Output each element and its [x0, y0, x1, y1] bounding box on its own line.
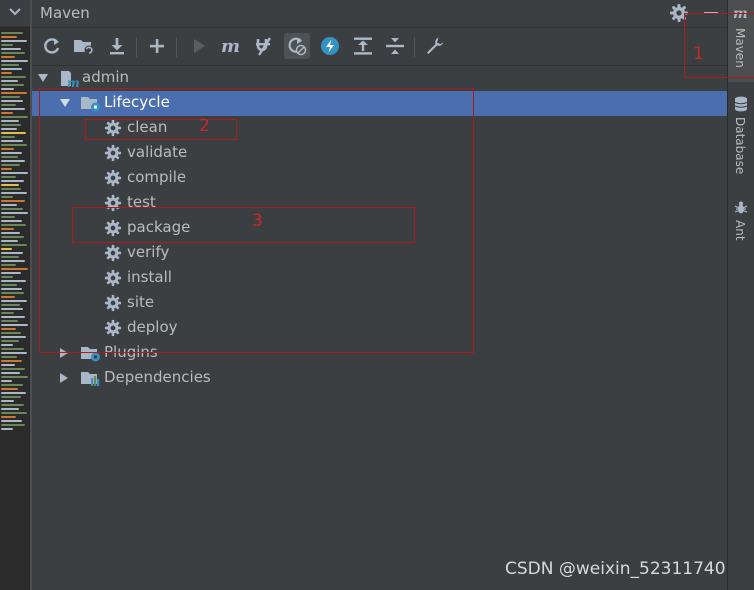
- expanded-arrow-icon[interactable]: [38, 74, 48, 82]
- collapse-all-icon[interactable]: [382, 33, 408, 59]
- maven-panel-header: Maven: [32, 0, 727, 28]
- toolbar-separator: [136, 37, 137, 57]
- ant-icon: [734, 201, 748, 214]
- tool-window-strip: m Maven Database Ant: [727, 0, 754, 590]
- chevron-down-icon: [9, 8, 21, 16]
- show-dependencies-icon[interactable]: [317, 33, 343, 59]
- maven-goal-icon[interactable]: m: [219, 33, 245, 59]
- toolbar-separator: [414, 37, 415, 57]
- annotation-box-2: [85, 119, 237, 140]
- editor-minimap-strip: [0, 0, 32, 590]
- download-icon[interactable]: [104, 33, 130, 59]
- dependencies-folder-icon: [81, 372, 100, 386]
- dependencies-label: Dependencies: [104, 368, 211, 386]
- toolbar-separator: [176, 37, 177, 57]
- watermark: CSDN @weixin_52311740: [505, 559, 726, 579]
- toggle-offline-icon[interactable]: [251, 33, 277, 59]
- project-name: admin: [82, 68, 129, 86]
- expand-all-icon[interactable]: [350, 33, 376, 59]
- ant-tab-label: Ant: [733, 220, 747, 241]
- wrench-icon[interactable]: [422, 33, 448, 59]
- reload-icon[interactable]: [39, 33, 65, 59]
- maven-toolbar: m: [32, 28, 727, 66]
- tree-node-dependencies[interactable]: Dependencies: [32, 366, 727, 391]
- annotation-box-3: [72, 207, 415, 243]
- collapse-panel-button[interactable]: [0, 0, 32, 27]
- collapsed-arrow-icon[interactable]: [60, 373, 68, 383]
- panel-title: Maven: [40, 4, 90, 22]
- svg-text:m: m: [221, 37, 240, 55]
- generate-sources-icon[interactable]: [71, 33, 97, 59]
- code-minimap: [1, 30, 31, 432]
- database-icon: [734, 96, 748, 112]
- annotation-number-2: 2: [199, 116, 210, 136]
- database-tab[interactable]: Database: [728, 92, 754, 184]
- ant-tab[interactable]: Ant: [728, 196, 754, 248]
- database-tab-label: Database: [733, 117, 747, 175]
- add-icon[interactable]: [144, 33, 170, 59]
- svg-text:m: m: [67, 76, 80, 88]
- maven-project-icon: m: [61, 71, 80, 88]
- annotation-number-1: 1: [693, 44, 704, 64]
- run-icon[interactable]: [186, 33, 212, 59]
- annotation-number-3: 3: [252, 211, 263, 231]
- skip-tests-icon[interactable]: [284, 33, 310, 59]
